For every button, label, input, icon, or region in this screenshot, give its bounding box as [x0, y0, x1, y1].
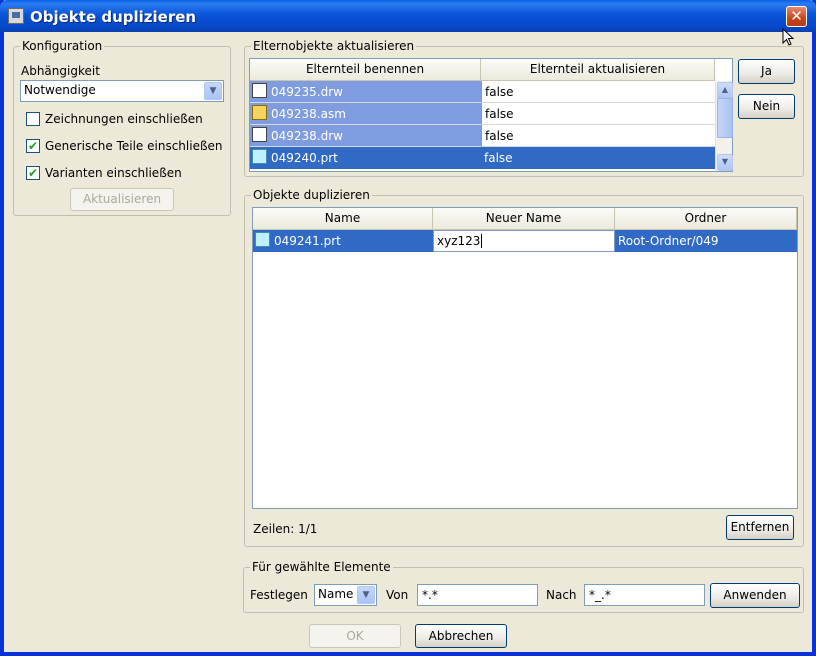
checkbox-drawings[interactable] [26, 112, 40, 126]
parent-file-name: 049238.asm [271, 107, 346, 121]
part-icon [255, 232, 270, 247]
dependency-select[interactable]: Notwendige ▼ [20, 80, 224, 102]
update-button[interactable]: Aktualisieren [70, 188, 174, 211]
window-title: Objekte duplizieren [30, 8, 197, 26]
column-header-parent-name[interactable]: Elternteil benennen [250, 59, 481, 81]
app-icon [8, 8, 24, 24]
no-button[interactable]: Nein [738, 94, 795, 119]
parent-row-name-selected[interactable]: 049240.prt [250, 147, 481, 169]
parent-row-value[interactable]: false [481, 125, 715, 147]
parents-table: Elternteil benennen Elternteil aktualisi… [249, 58, 733, 172]
column-header-new-name[interactable]: Neuer Name [433, 208, 615, 230]
to-pattern-input[interactable]: *_.* [584, 584, 705, 606]
parent-file-name: 049235.drw [271, 85, 343, 99]
parent-file-name: 049238.drw [271, 129, 343, 143]
parents-scrollbar[interactable]: ▲ ▼ [715, 81, 733, 171]
parent-row-value-selected[interactable]: false [481, 147, 715, 169]
mouse-pointer-icon [782, 28, 795, 46]
checkbox-variants[interactable]: ✔ [26, 166, 40, 180]
config-legend: Konfiguration [20, 38, 105, 54]
cancel-button[interactable]: Abbrechen [415, 624, 507, 648]
checkbox-variants-label[interactable]: Varianten einschließen [45, 164, 182, 182]
new-name-input[interactable]: xyz123​ [433, 230, 615, 252]
parent-row-value[interactable]: false [481, 81, 715, 103]
parent-row-name[interactable]: 049238.asm [250, 103, 481, 125]
duplicate-file-name: 049241.prt [274, 234, 341, 248]
column-header-parent-update[interactable]: Elternteil aktualisieren [481, 59, 715, 81]
to-label: Nach [546, 588, 577, 602]
checkmark-icon: ✔ [27, 166, 39, 180]
duplicates-table: Name Neuer Name Ordner 049241.prt xyz123… [252, 207, 798, 509]
text-caret: ​ [481, 234, 483, 248]
set-field-select[interactable]: Name ▼ [314, 584, 377, 606]
close-icon: ✕ [790, 7, 803, 25]
duplicate-row-folder[interactable]: Root-Ordner/049 [615, 230, 797, 252]
parent-file-name: 049240.prt [271, 151, 338, 165]
set-field-value: Name [318, 587, 354, 601]
new-name-value: xyz123 [437, 234, 481, 248]
duplicate-row-name[interactable]: 049241.prt [253, 230, 433, 252]
remove-button[interactable]: Entfernen [726, 515, 794, 540]
parent-row-name[interactable]: 049238.drw [250, 125, 481, 147]
rows-count: Zeilen: 1/1 [253, 522, 318, 536]
part-icon [252, 149, 267, 164]
scroll-thumb[interactable] [717, 98, 733, 138]
dependency-label: Abhängigkeit [21, 64, 100, 78]
checkmark-icon: ✔ [27, 139, 39, 153]
column-header-name[interactable]: Name [253, 208, 433, 230]
assembly-icon [252, 105, 267, 120]
chevron-down-icon[interactable]: ▼ [357, 586, 375, 604]
parent-row-value[interactable]: false [481, 103, 715, 125]
drawing-icon [252, 83, 267, 98]
checkbox-generic-parts-label[interactable]: Generische Teile einschließen [45, 137, 223, 155]
set-label: Festlegen [250, 588, 308, 602]
dependency-value: Notwendige [24, 83, 96, 97]
from-pattern-input[interactable]: *.* [417, 584, 538, 606]
parents-legend: Elternobjekte aktualisieren [251, 38, 417, 54]
from-label: Von [386, 588, 409, 602]
apply-button[interactable]: Anwenden [710, 583, 800, 608]
yes-button[interactable]: Ja [738, 59, 795, 84]
ok-button[interactable]: OK [309, 624, 401, 648]
drawing-icon [252, 127, 267, 142]
scroll-up-icon[interactable]: ▲ [717, 82, 733, 99]
selected-legend: Für gewählte Elemente [250, 559, 393, 575]
close-button[interactable]: ✕ [786, 6, 807, 27]
checkbox-generic-parts[interactable]: ✔ [26, 139, 40, 153]
column-header-folder[interactable]: Ordner [615, 208, 797, 230]
scroll-down-icon[interactable]: ▼ [717, 154, 733, 171]
chevron-down-icon[interactable]: ▼ [204, 82, 222, 100]
checkbox-drawings-label[interactable]: Zeichnungen einschließen [45, 110, 203, 128]
parent-row-name[interactable]: 049235.drw [250, 81, 481, 103]
duplicates-legend: Objekte duplizieren [251, 187, 372, 203]
